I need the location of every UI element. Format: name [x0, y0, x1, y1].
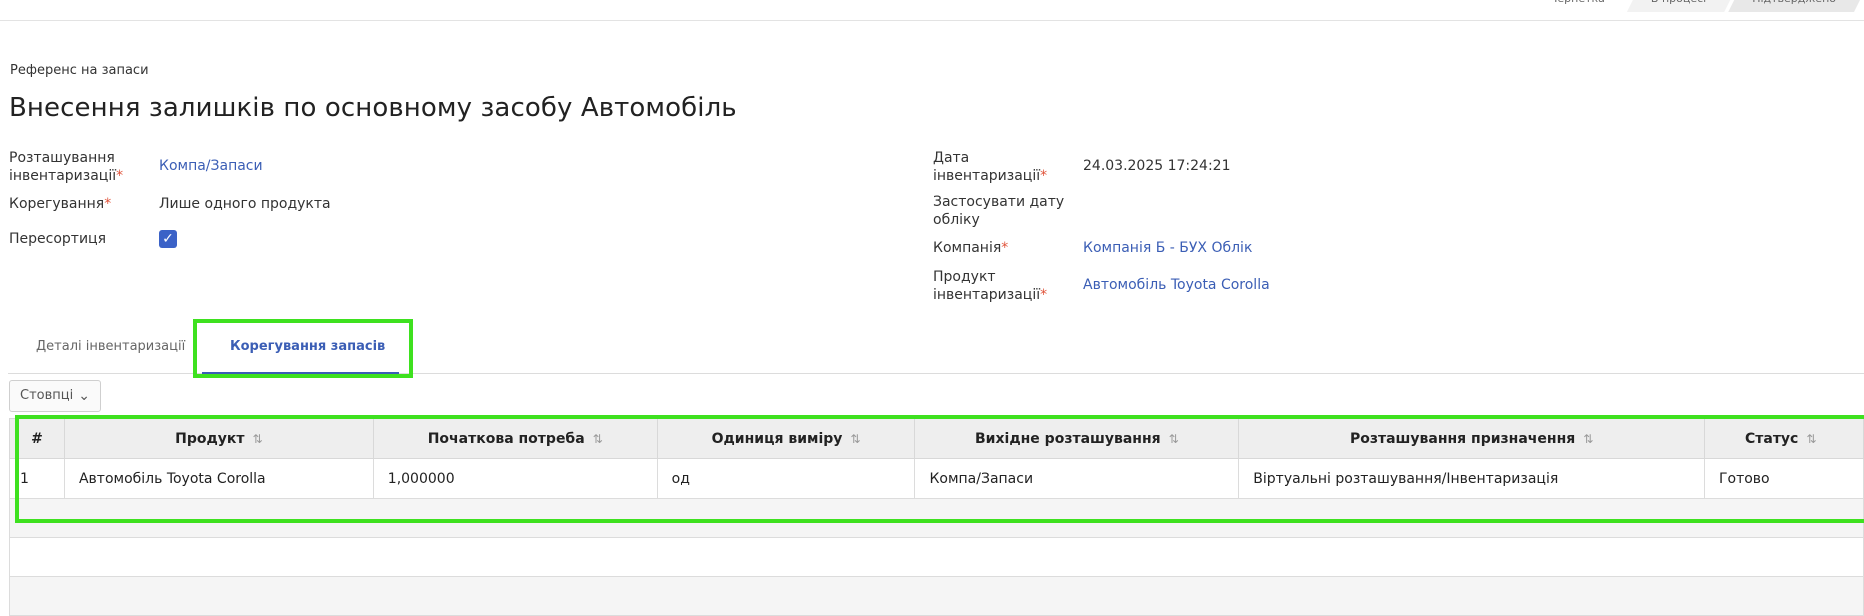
date-value[interactable]: 24.03.2025 17:24:21	[1083, 157, 1231, 175]
empty-table-row	[9, 576, 1864, 616]
columns-button-label: Стовпці	[20, 388, 74, 403]
product-label-line2: інвентаризації	[933, 287, 1041, 303]
reference-label: Референс на запаси	[10, 63, 149, 78]
location-label-line1: Розташування	[9, 150, 115, 166]
stage-in-progress[interactable]: В процесі	[1627, 0, 1734, 12]
empty-table-row	[9, 537, 1864, 577]
checkmark-icon: ✓	[162, 231, 174, 247]
columns-button[interactable]: Стовпці ⌄	[9, 380, 101, 412]
highlight-box-tab	[193, 319, 413, 378]
product-value[interactable]: Автомобіль Toyota Corolla	[1083, 276, 1270, 294]
product-label-line1: Продукт	[933, 269, 996, 285]
required-mark: *	[116, 168, 124, 184]
required-mark: *	[1040, 287, 1048, 303]
required-mark: *	[1001, 240, 1009, 256]
required-mark: *	[1040, 168, 1048, 184]
accounting-date-label: Застосувати дату обліку	[933, 193, 1064, 229]
chevron-down-icon: ⌄	[78, 388, 90, 404]
location-label: Розташування інвентаризації*	[9, 149, 123, 185]
accounting-label-line2: обліку	[933, 212, 980, 228]
company-label: Компанія*	[933, 239, 1008, 257]
tab-inventory-details[interactable]: Деталі інвентаризації	[36, 320, 185, 373]
date-label-line1: Дата	[933, 150, 970, 166]
date-label: Дата інвентаризації*	[933, 149, 1047, 185]
location-label-line2: інвентаризації	[9, 168, 117, 184]
adjustment-value[interactable]: Лише одного продукта	[159, 195, 331, 213]
status-stages: Чернетка В процесі Підтверджено	[1539, 0, 1864, 20]
required-mark: *	[104, 196, 112, 212]
empty-cell	[9, 537, 1864, 577]
top-bar: Чернетка В процесі Підтверджено	[0, 0, 1864, 21]
product-label: Продукт інвентаризації*	[933, 268, 1047, 304]
accounting-label-line1: Застосувати дату	[933, 194, 1065, 210]
date-label-line2: інвентаризації	[933, 168, 1041, 184]
resort-checkbox[interactable]: ✓	[159, 230, 177, 248]
company-label-text: Компанія	[933, 240, 1002, 256]
location-value[interactable]: Компа/Запаси	[159, 157, 263, 175]
resort-label: Пересортиця	[9, 231, 106, 247]
highlight-box-table	[15, 415, 1864, 523]
stage-draft[interactable]: Чернетка	[1539, 0, 1633, 12]
adjustment-label: Корегування*	[9, 195, 111, 213]
stage-confirmed[interactable]: Підтверджено	[1728, 0, 1864, 12]
empty-cell	[9, 576, 1864, 616]
company-value[interactable]: Компанія Б - БУХ Облік	[1083, 239, 1252, 257]
page-title: Внесення залишків по основному засобу Ав…	[9, 93, 737, 123]
adjustment-label-text: Корегування	[9, 196, 105, 212]
